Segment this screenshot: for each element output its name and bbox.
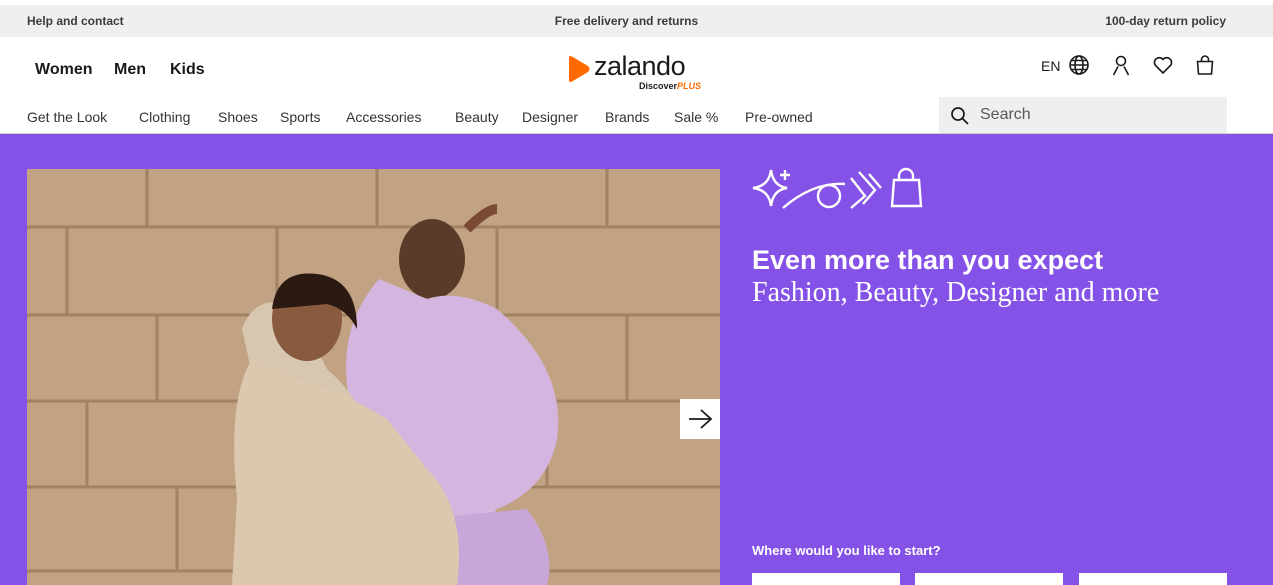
category-brands[interactable]: Brands [605,109,649,125]
category-get-the-look[interactable]: Get the Look [27,109,107,125]
site-header: Women Men Kids zalando DiscoverPLUS EN G… [0,37,1273,134]
logo-discover: DiscoverPLUS [639,81,702,91]
search-icon [951,107,969,125]
category-beauty[interactable]: Beauty [455,109,499,125]
category-accessories[interactable]: Accessories [346,109,421,125]
nav-women[interactable]: Women [35,61,92,79]
nav-kids[interactable]: Kids [170,61,205,79]
service-bar: Help and contact Free delivery and retur… [0,5,1273,37]
hero-image[interactable] [27,169,720,585]
heart-icon[interactable] [1151,53,1175,77]
hero-banner: Even more than you expect Fashion, Beaut… [0,134,1273,585]
start-option-button[interactable] [1079,573,1227,585]
globe-icon[interactable] [1067,53,1091,77]
start-option-button[interactable] [752,573,900,585]
category-shoes[interactable]: Shoes [218,109,258,125]
start-prompt: Where would you like to start? [752,543,941,558]
user-icon[interactable] [1109,53,1133,77]
sparkle-eye-bag-icon [752,167,923,209]
search-input[interactable] [980,97,1220,133]
category-sports[interactable]: Sports [280,109,320,125]
language-selector[interactable]: EN [1041,58,1060,74]
return-policy-link[interactable]: 100-day return policy [1105,14,1226,28]
category-designer[interactable]: Designer [522,109,578,125]
arrow-right-icon [689,409,713,429]
next-slide-button[interactable] [680,399,720,439]
logo-play-icon [569,56,590,82]
category-clothing[interactable]: Clothing [139,109,190,125]
logo-wordmark: zalando [594,51,686,81]
zalando-logo[interactable]: zalando DiscoverPLUS [566,51,716,93]
hero-subline: Fashion, Beauty, Designer and more [752,277,1160,308]
nav-men[interactable]: Men [114,61,146,79]
free-delivery-link[interactable]: Free delivery and returns [0,14,1253,28]
hero-headline: Even more than you expect [752,245,1104,275]
start-option-button[interactable] [915,573,1063,585]
bag-icon[interactable] [1193,53,1217,77]
category-pre-owned[interactable]: Pre-owned [745,109,813,125]
search-box[interactable] [939,97,1227,133]
category-sale[interactable]: Sale % [674,109,718,125]
